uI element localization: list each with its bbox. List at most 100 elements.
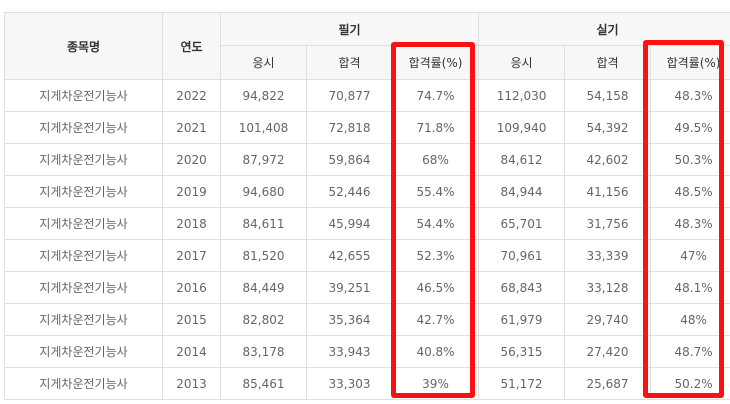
table-row: 지게차운전기능사 2022 94,822 70,877 74.7% 112,030 54,1… xyxy=(4,79,730,112)
cell-written-rate: 55.4% xyxy=(391,175,480,208)
cell-practical-rate: 47% xyxy=(650,239,730,272)
cell-written-passed: 59,864 xyxy=(306,143,393,176)
cell-written-passed: 42,655 xyxy=(306,239,393,272)
cell-written-rate: 52.3% xyxy=(391,239,480,272)
cell-name: 지게차운전기능사 xyxy=(4,271,163,304)
cell-practical-taken: 68,843 xyxy=(478,271,566,304)
cell-written-rate: 40.8% xyxy=(391,335,480,368)
cell-year: 2022 xyxy=(162,79,221,112)
cell-practical-passed: 54,392 xyxy=(564,111,652,144)
cell-practical-taken: 65,701 xyxy=(478,207,566,240)
table-row: 지게차운전기능사 2018 84,611 45,994 54.4% 65,701 31,75… xyxy=(4,207,730,240)
table-row: 지게차운전기능사 2014 83,178 33,943 40.8% 56,315 27,42… xyxy=(4,335,730,368)
cell-practical-taken: 109,940 xyxy=(478,111,566,144)
cell-practical-rate: 48.3% xyxy=(650,207,730,240)
table-row: 지게차운전기능사 2015 82,802 35,364 42.7% 61,979 29,74… xyxy=(4,303,730,336)
header-practical-passed: 합격 xyxy=(564,45,652,80)
cell-year: 2018 xyxy=(162,207,221,240)
cell-written-rate: 42.7% xyxy=(391,303,480,336)
cell-name: 지게차운전기능사 xyxy=(4,143,163,176)
cell-practical-rate: 48.5% xyxy=(650,175,730,208)
table-row: 지게차운전기능사 2016 84,449 39,251 46.5% 68,843 33,12… xyxy=(4,271,730,304)
cell-written-rate: 39% xyxy=(391,367,480,400)
cell-year: 2016 xyxy=(162,271,221,304)
header-year: 연도 xyxy=(162,12,221,80)
cell-written-taken: 83,178 xyxy=(220,335,307,368)
cell-practical-taken: 112,030 xyxy=(478,79,566,112)
cell-name: 지게차운전기능사 xyxy=(4,367,163,400)
cell-name: 지게차운전기능사 xyxy=(4,239,163,272)
pass-rate-table-container: 종목명 연도 필기 실기 응시 합격 합격률(%) 응시 합격 합격률(%) 지… xyxy=(4,12,730,400)
cell-written-taken: 84,449 xyxy=(220,271,307,304)
cell-practical-taken: 70,961 xyxy=(478,239,566,272)
cell-written-taken: 82,802 xyxy=(220,303,307,336)
cell-written-taken: 87,972 xyxy=(220,143,307,176)
cell-written-passed: 33,303 xyxy=(306,367,393,400)
cell-practical-rate: 48% xyxy=(650,303,730,336)
table-body: 지게차운전기능사 2022 94,822 70,877 74.7% 112,030 54,1… xyxy=(4,79,730,400)
header-written-rate: 합격률(%) xyxy=(391,45,480,80)
cell-written-taken: 81,520 xyxy=(220,239,307,272)
cell-written-rate: 74.7% xyxy=(391,79,480,112)
table-row: 지게차운전기능사 2019 94,680 52,446 55.4% 84,944 41,15… xyxy=(4,175,730,208)
pass-rate-table: 종목명 연도 필기 실기 응시 합격 합격률(%) 응시 합격 합격률(%) 지… xyxy=(4,12,730,400)
cell-year: 2020 xyxy=(162,143,221,176)
header-written-passed: 합격 xyxy=(306,45,393,80)
cell-practical-taken: 61,979 xyxy=(478,303,566,336)
table-row: 지게차운전기능사 2017 81,520 42,655 52.3% 70,961 33,33… xyxy=(4,239,730,272)
cell-practical-taken: 56,315 xyxy=(478,335,566,368)
cell-written-rate: 71.8% xyxy=(391,111,480,144)
cell-name: 지게차운전기능사 xyxy=(4,111,163,144)
cell-practical-taken: 51,172 xyxy=(478,367,566,400)
cell-practical-passed: 42,602 xyxy=(564,143,652,176)
cell-practical-taken: 84,944 xyxy=(478,175,566,208)
cell-year: 2013 xyxy=(162,367,221,400)
table-row: 지게차운전기능사 2020 87,972 59,864 68% 84,612 42,602 5… xyxy=(4,143,730,176)
header-written-taken: 응시 xyxy=(220,45,307,80)
cell-practical-taken: 84,612 xyxy=(478,143,566,176)
cell-year: 2017 xyxy=(162,239,221,272)
table-row: 지게차운전기능사 2021 101,408 72,818 71.8% 109,940 54,… xyxy=(4,111,730,144)
cell-written-passed: 52,446 xyxy=(306,175,393,208)
cell-year: 2014 xyxy=(162,335,221,368)
header-written: 필기 xyxy=(219,12,480,46)
header-practical-rate: 합격률(%) xyxy=(650,45,730,80)
cell-written-passed: 39,251 xyxy=(306,271,393,304)
cell-practical-rate: 50.2% xyxy=(650,367,730,400)
cell-practical-passed: 27,420 xyxy=(564,335,652,368)
header-practical: 실기 xyxy=(478,12,730,46)
header-practical-taken: 응시 xyxy=(478,45,566,80)
cell-written-passed: 72,818 xyxy=(306,111,393,144)
cell-practical-passed: 33,339 xyxy=(564,239,652,272)
cell-practical-passed: 54,158 xyxy=(564,79,652,112)
cell-name: 지게차운전기능사 xyxy=(4,79,163,112)
cell-practical-rate: 49.5% xyxy=(650,111,730,144)
cell-name: 지게차운전기능사 xyxy=(4,335,163,368)
cell-practical-passed: 29,740 xyxy=(564,303,652,336)
cell-name: 지게차운전기능사 xyxy=(4,207,163,240)
cell-practical-passed: 33,128 xyxy=(564,271,652,304)
cell-written-taken: 101,408 xyxy=(220,111,307,144)
cell-written-taken: 94,822 xyxy=(220,79,307,112)
cell-written-rate: 54.4% xyxy=(391,207,480,240)
cell-practical-rate: 50.3% xyxy=(650,143,730,176)
cell-practical-passed: 31,756 xyxy=(564,207,652,240)
cell-written-rate: 68% xyxy=(391,143,480,176)
cell-written-taken: 84,611 xyxy=(220,207,307,240)
cell-name: 지게차운전기능사 xyxy=(4,303,163,336)
header-name: 종목명 xyxy=(4,12,163,80)
cell-written-passed: 70,877 xyxy=(306,79,393,112)
table-row: 지게차운전기능사 2013 85,461 33,303 39% 51,172 25,687 5… xyxy=(4,367,730,400)
cell-year: 2019 xyxy=(162,175,221,208)
cell-practical-passed: 25,687 xyxy=(564,367,652,400)
cell-practical-rate: 48.1% xyxy=(650,271,730,304)
cell-name: 지게차운전기능사 xyxy=(4,175,163,208)
cell-written-passed: 35,364 xyxy=(306,303,393,336)
cell-practical-rate: 48.7% xyxy=(650,335,730,368)
cell-written-taken: 85,461 xyxy=(220,367,307,400)
cell-year: 2021 xyxy=(162,111,221,144)
cell-practical-passed: 41,156 xyxy=(564,175,652,208)
cell-written-rate: 46.5% xyxy=(391,271,480,304)
cell-written-passed: 45,994 xyxy=(306,207,393,240)
cell-practical-rate: 48.3% xyxy=(650,79,730,112)
